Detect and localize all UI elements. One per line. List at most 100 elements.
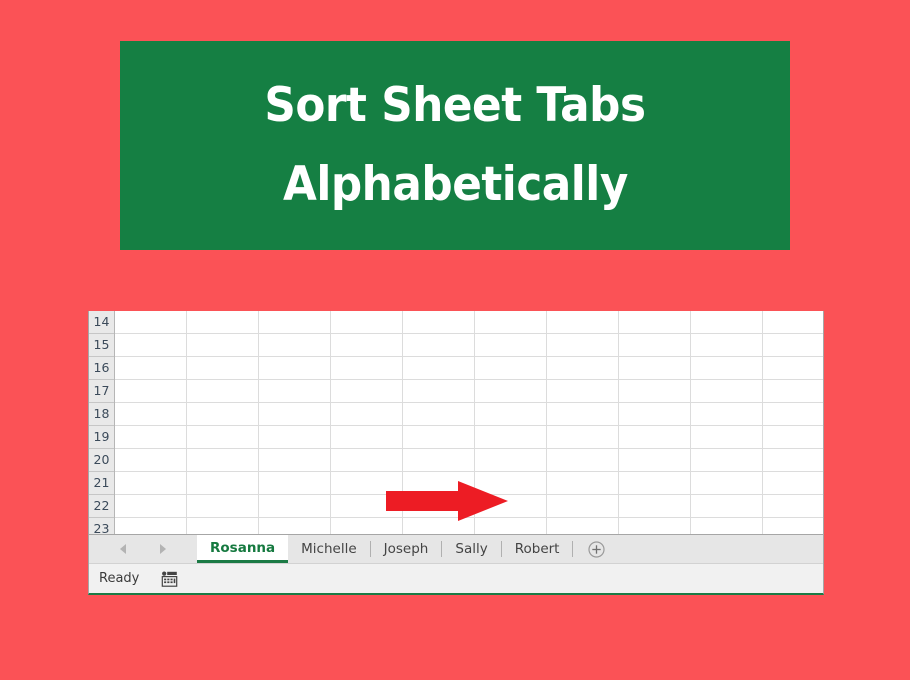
grid-row[interactable] [115, 311, 823, 334]
grid-cell[interactable] [619, 449, 691, 471]
grid-row[interactable] [115, 495, 823, 518]
sheet-tab-robert[interactable]: Robert [502, 535, 573, 563]
grid-cell[interactable] [547, 426, 619, 448]
grid-cell[interactable] [259, 357, 331, 379]
grid-cell[interactable] [115, 311, 187, 333]
grid-cell[interactable] [619, 380, 691, 402]
grid-cell[interactable] [259, 495, 331, 517]
grid-cell[interactable] [331, 518, 403, 534]
grid-cell[interactable] [691, 311, 763, 333]
grid-cell[interactable] [259, 518, 331, 534]
grid-cell[interactable] [547, 311, 619, 333]
grid-cell[interactable] [691, 380, 763, 402]
chevron-right-icon[interactable] [160, 544, 166, 554]
grid-cell[interactable] [619, 403, 691, 425]
sheet-tab-joseph[interactable]: Joseph [371, 535, 442, 563]
sheet-tab-sally[interactable]: Sally [442, 535, 500, 563]
grid-cell[interactable] [619, 334, 691, 356]
grid-cell[interactable] [403, 380, 475, 402]
grid-cell[interactable] [619, 495, 691, 517]
grid-cell[interactable] [259, 334, 331, 356]
grid-cell[interactable] [547, 472, 619, 494]
grid-cell[interactable] [691, 518, 763, 534]
grid-row[interactable] [115, 472, 823, 495]
grid-cell[interactable] [115, 334, 187, 356]
grid-cell[interactable] [187, 495, 259, 517]
grid-cell[interactable] [259, 380, 331, 402]
sheet-tab-bar[interactable]: Rosanna Michelle Joseph Sally Robert [89, 534, 823, 563]
grid-cell[interactable] [763, 472, 823, 494]
grid-cell[interactable] [259, 449, 331, 471]
grid-cell[interactable] [331, 357, 403, 379]
grid-row[interactable] [115, 518, 823, 534]
grid-cell[interactable] [403, 518, 475, 534]
grid-cell[interactable] [475, 449, 547, 471]
grid-cell[interactable] [187, 334, 259, 356]
grid-cell[interactable] [691, 449, 763, 471]
grid-cell[interactable] [619, 311, 691, 333]
grid-cell[interactable] [475, 472, 547, 494]
grid-cell[interactable] [115, 357, 187, 379]
grid-cell[interactable] [259, 311, 331, 333]
grid-cell[interactable] [763, 403, 823, 425]
grid-cell[interactable] [691, 495, 763, 517]
grid-cell[interactable] [403, 426, 475, 448]
grid-cell[interactable] [475, 403, 547, 425]
grid-cell[interactable] [187, 357, 259, 379]
grid-cell[interactable] [187, 426, 259, 448]
grid-cell[interactable] [331, 311, 403, 333]
grid-row[interactable] [115, 380, 823, 403]
cells-area[interactable] [115, 311, 823, 534]
accessibility-checker-icon[interactable] [161, 571, 178, 587]
grid-cell[interactable] [475, 426, 547, 448]
grid-cell[interactable] [547, 495, 619, 517]
grid-cell[interactable] [187, 403, 259, 425]
grid-row[interactable] [115, 449, 823, 472]
grid-cell[interactable] [619, 518, 691, 534]
grid-cell[interactable] [763, 449, 823, 471]
grid-cell[interactable] [763, 334, 823, 356]
grid-row[interactable] [115, 357, 823, 380]
grid-cell[interactable] [763, 380, 823, 402]
grid-cell[interactable] [187, 311, 259, 333]
grid-cell[interactable] [763, 357, 823, 379]
grid-row[interactable] [115, 403, 823, 426]
grid-cell[interactable] [259, 472, 331, 494]
grid-cell[interactable] [403, 472, 475, 494]
grid-cell[interactable] [115, 380, 187, 402]
grid-cell[interactable] [475, 380, 547, 402]
grid-cell[interactable] [547, 403, 619, 425]
grid-cell[interactable] [763, 426, 823, 448]
sheet-tab-rosanna[interactable]: Rosanna [197, 535, 289, 563]
grid-cell[interactable] [331, 380, 403, 402]
grid-cell[interactable] [547, 518, 619, 534]
grid-cell[interactable] [187, 518, 259, 534]
grid-cell[interactable] [691, 403, 763, 425]
grid-cell[interactable] [691, 426, 763, 448]
grid-cell[interactable] [331, 449, 403, 471]
grid-cell[interactable] [547, 449, 619, 471]
chevron-left-icon[interactable] [120, 544, 126, 554]
grid-cell[interactable] [403, 403, 475, 425]
grid-cell[interactable] [475, 518, 547, 534]
row-header[interactable]: 19 [89, 426, 114, 449]
grid-cell[interactable] [403, 334, 475, 356]
grid-cell[interactable] [547, 380, 619, 402]
grid-cell[interactable] [115, 449, 187, 471]
sheet-tab-strip[interactable]: Rosanna Michelle Joseph Sally Robert [197, 535, 574, 563]
grid-cell[interactable] [763, 495, 823, 517]
grid-cell[interactable] [619, 426, 691, 448]
grid-cell[interactable] [403, 449, 475, 471]
grid-cell[interactable] [475, 495, 547, 517]
grid-cell[interactable] [763, 518, 823, 534]
sheet-tab-michelle[interactable]: Michelle [288, 535, 370, 563]
grid-cell[interactable] [259, 426, 331, 448]
grid-cell[interactable] [691, 334, 763, 356]
row-header[interactable]: 21 [89, 472, 114, 495]
grid-cell[interactable] [403, 495, 475, 517]
grid-cell[interactable] [115, 495, 187, 517]
grid-cell[interactable] [115, 403, 187, 425]
spreadsheet-grid[interactable]: 14 15 16 17 18 19 20 21 22 23 [89, 311, 823, 534]
grid-cell[interactable] [331, 472, 403, 494]
grid-cell[interactable] [475, 357, 547, 379]
